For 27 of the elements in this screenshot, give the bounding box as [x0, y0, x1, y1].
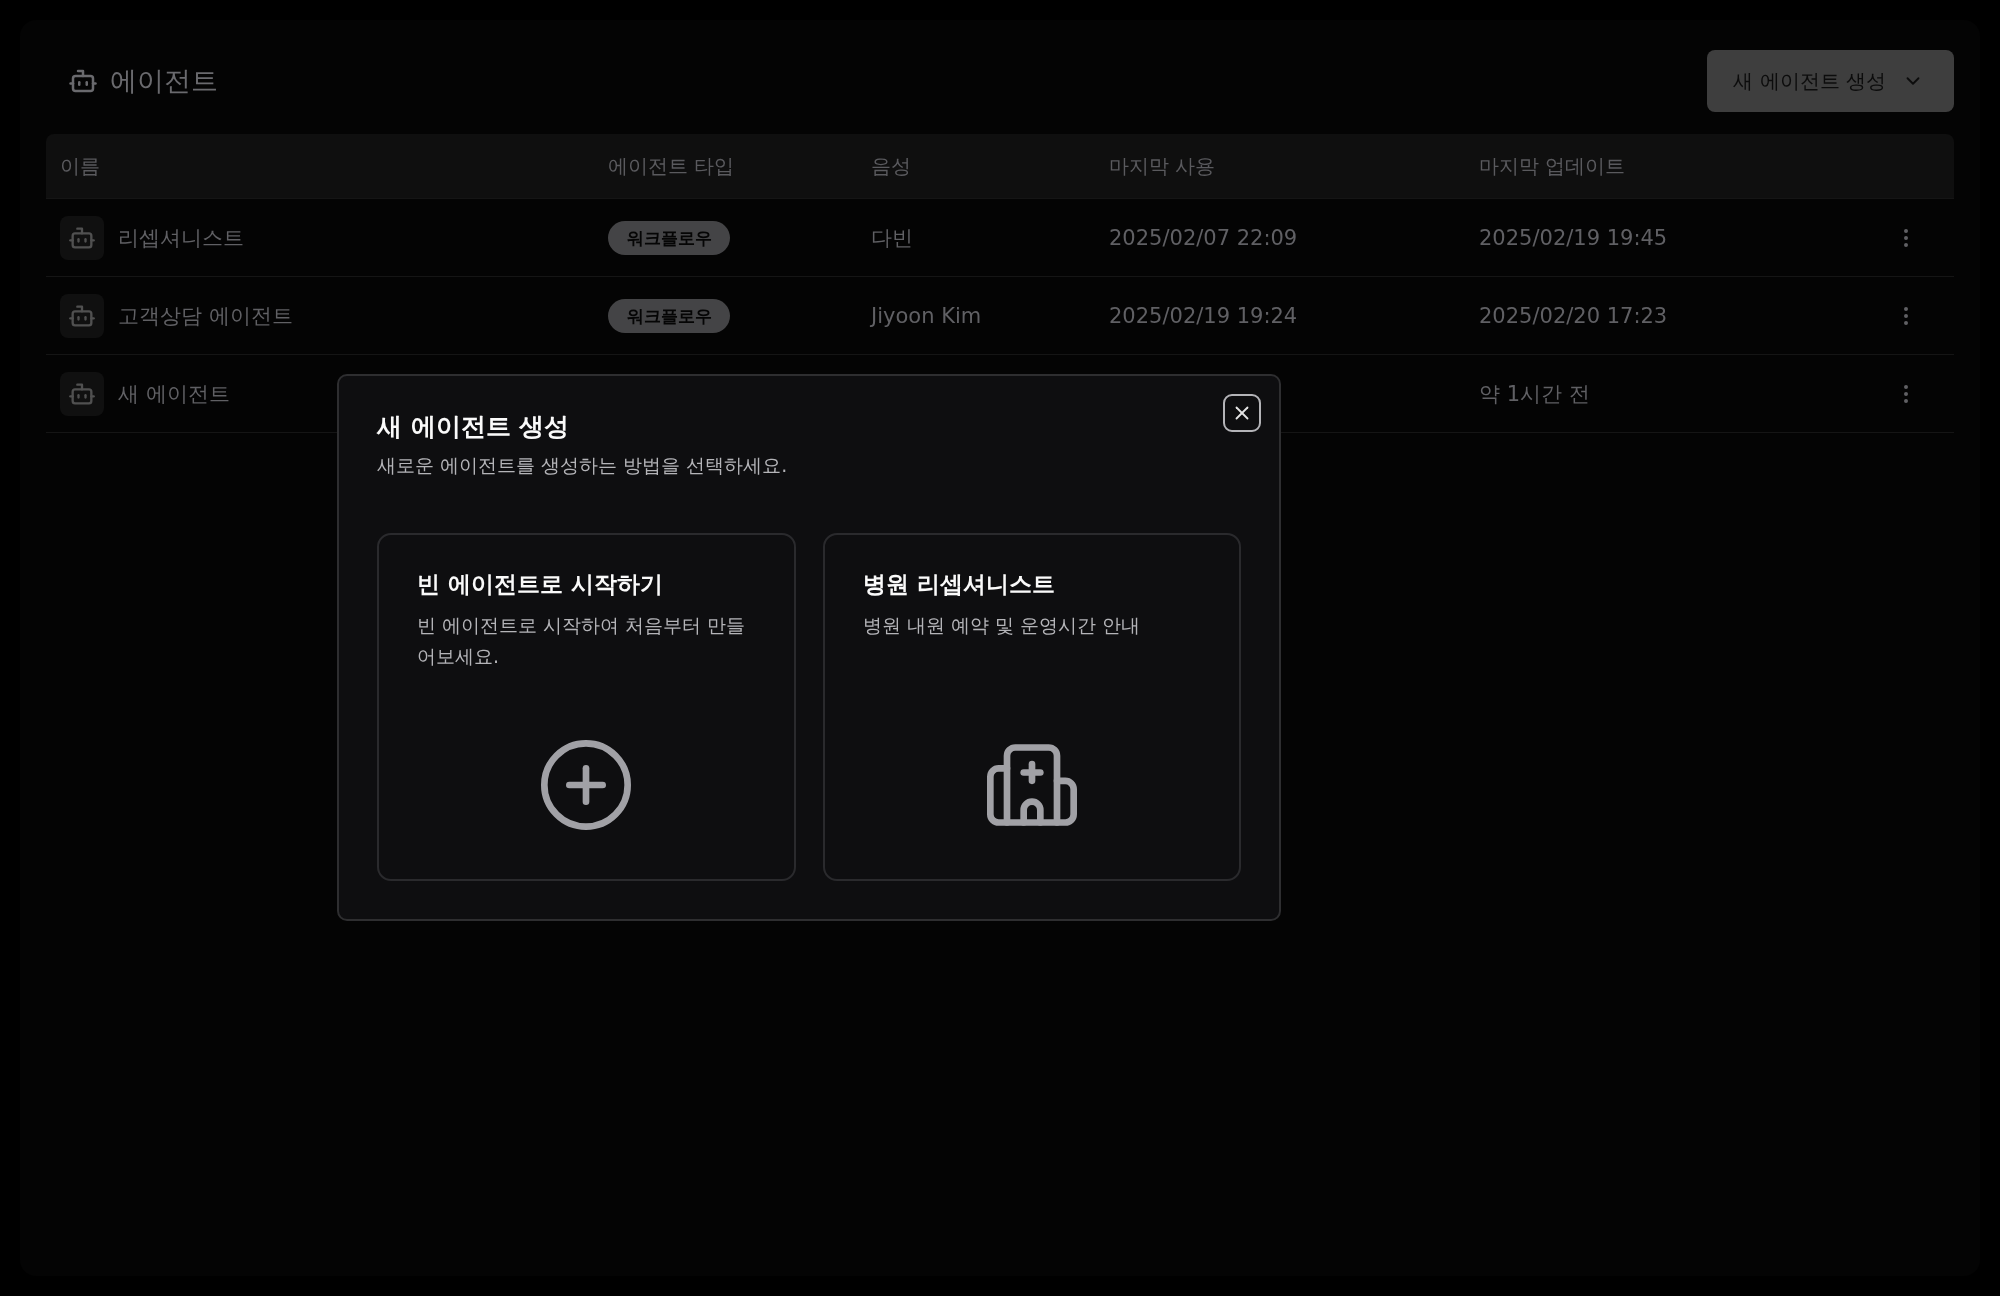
column-header: 음성	[871, 152, 912, 180]
agent-name: 새 에이전트	[118, 380, 230, 408]
column-header: 에이전트 타입	[608, 152, 736, 180]
page-title: 에이전트	[110, 64, 218, 98]
type-tag: 워크플로우	[608, 220, 730, 255]
option-title: 병원 리셉셔니스트	[862, 570, 1056, 599]
voice-name: Jiyoon Kim	[871, 303, 982, 328]
agent-name: 리셉셔니스트	[118, 224, 244, 252]
last-updated-date: 2025/02/20 17:23	[1479, 303, 1668, 328]
column-header: 이름	[60, 152, 101, 180]
dialog-title: 새 에이전트 생성	[377, 411, 571, 443]
last-updated-date: 약 1시간 전	[1479, 381, 1590, 406]
last-updated-date: 2025/02/19 19:45	[1479, 225, 1668, 250]
dialog-subtitle: 새로운 에이전트를 생성하는 방법을 선택하세요.	[377, 453, 789, 478]
option-card[interactable]: 빈 에이전트로 시작하기 빈 에이전트로 시작하여 처음부터 만들어보세요.	[377, 533, 796, 881]
option-description: 빈 에이전트로 시작하여 처음부터 만들어보세요.	[417, 613, 747, 669]
type-tag: 워크플로우	[608, 298, 730, 333]
option-title: 빈 에이전트로 시작하기	[417, 570, 664, 599]
column-header: 마지막 업데이트	[1479, 152, 1627, 180]
last-used-date: 2025/02/19 19:24	[1109, 303, 1298, 328]
agent-name: 고객상담 에이전트	[118, 302, 293, 330]
close-button[interactable]	[1223, 394, 1261, 432]
option-card[interactable]: 병원 리셉셔니스트 병원 내원 예약 및 운영시간 안내	[822, 533, 1241, 881]
option-description: 병원 내원 예약 및 운영시간 안내	[862, 613, 1141, 638]
last-used-date: 2025/02/07 22:09	[1109, 225, 1298, 250]
column-header: 마지막 사용	[1109, 152, 1217, 180]
voice-name: 다빈	[871, 225, 913, 250]
